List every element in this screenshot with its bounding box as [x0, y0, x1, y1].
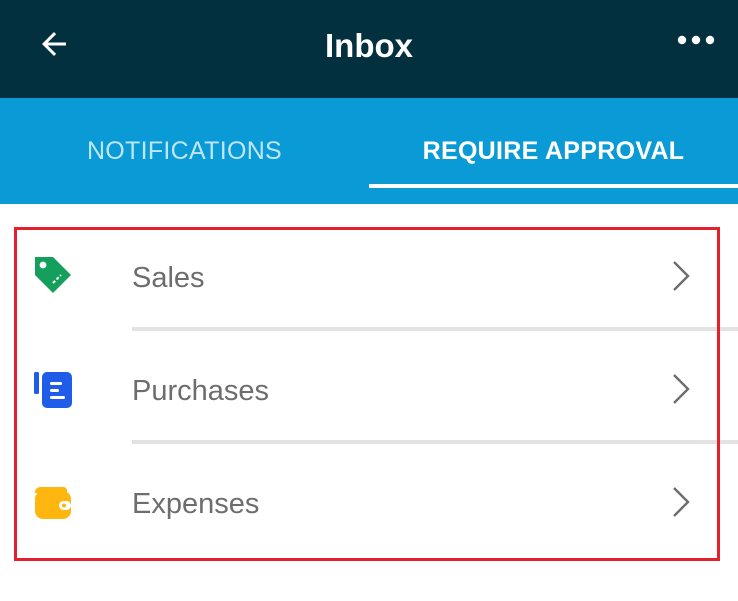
list-item-label: Purchases	[132, 375, 270, 407]
purchase-list-icon	[30, 367, 76, 413]
wallet-icon	[30, 480, 76, 526]
more-options-button[interactable]	[672, 20, 720, 60]
tab-notifications[interactable]: NOTIFICATIONS	[0, 98, 369, 204]
chevron-right-icon	[666, 369, 696, 409]
tab-require-approval[interactable]: REQUIRE APPROVAL	[369, 98, 738, 204]
list-item-label: Sales	[132, 262, 205, 294]
app-bar: Inbox	[0, 0, 738, 98]
tab-bar: NOTIFICATIONS REQUIRE APPROVAL	[0, 98, 738, 204]
inbox-screen: Inbox NOTIFICATIONS REQUIRE APPROVAL Sal…	[0, 0, 738, 601]
list-item-sales[interactable]: Sales	[0, 220, 738, 333]
list-item-label: Expenses	[132, 488, 260, 520]
list-divider	[132, 327, 738, 331]
price-tag-icon	[30, 252, 76, 298]
chevron-right-icon	[666, 482, 696, 522]
chevron-right-icon	[666, 256, 696, 296]
list-item-purchases[interactable]: Purchases	[0, 333, 738, 446]
list-item-expenses[interactable]: Expenses	[0, 446, 738, 559]
list-divider	[132, 440, 738, 444]
page-title: Inbox	[325, 27, 413, 64]
more-horizontal-icon	[677, 35, 715, 45]
active-tab-indicator	[369, 184, 738, 188]
